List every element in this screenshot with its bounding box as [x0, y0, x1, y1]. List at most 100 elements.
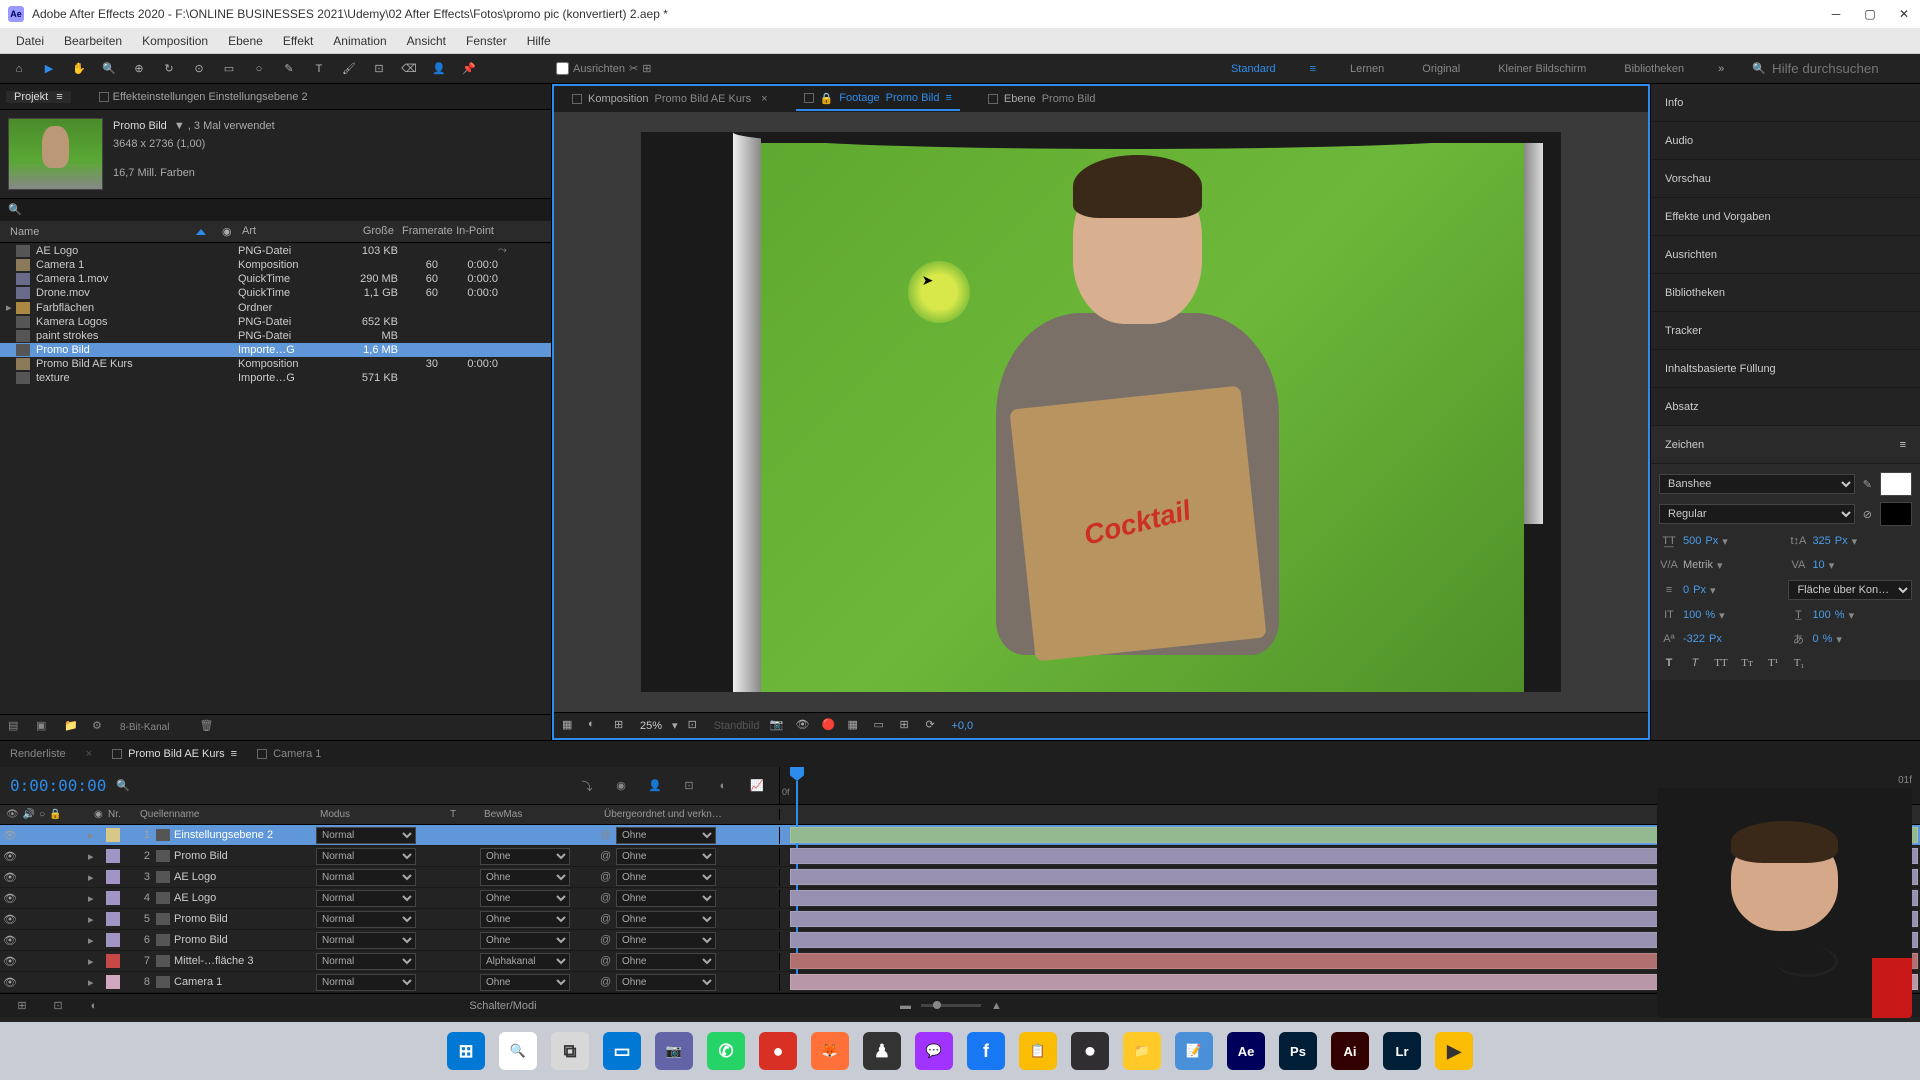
- layer-row[interactable]: 👁 ▸ 3 AE Logo Normal Ohne @Ohne: [0, 867, 1920, 888]
- panel-effekte[interactable]: Effekte und Vorgaben: [1651, 198, 1920, 236]
- expand-icon[interactable]: ▸: [88, 913, 102, 926]
- panel-bibliotheken[interactable]: Bibliotheken: [1651, 274, 1920, 312]
- stroke-value[interactable]: 0: [1683, 584, 1689, 596]
- fill-color-swatch[interactable]: [1880, 472, 1912, 496]
- panel-vorschau[interactable]: Vorschau: [1651, 160, 1920, 198]
- menu-ebene[interactable]: Ebene: [218, 34, 273, 48]
- expand-icon[interactable]: ▸: [88, 871, 102, 884]
- selection-tool-icon[interactable]: ▶: [38, 58, 60, 80]
- layer-row[interactable]: 👁 ▸ 1 Einstellungsebene 2 Normal @Ohne: [0, 825, 1920, 846]
- bold-button[interactable]: T: [1659, 654, 1679, 672]
- eye-toggle[interactable]: 👁: [4, 913, 16, 925]
- workspace-kleiner[interactable]: Kleiner Bildschirm: [1494, 63, 1590, 75]
- panel-menu-icon[interactable]: ≡: [1900, 439, 1906, 451]
- show-snapshot-icon[interactable]: 👁: [795, 718, 811, 734]
- panel-info[interactable]: Info: [1651, 84, 1920, 122]
- parent-select[interactable]: Ohne: [616, 848, 716, 865]
- label-col-icon[interactable]: ◉: [88, 809, 102, 820]
- font-style-select[interactable]: Regular: [1659, 504, 1855, 524]
- help-search-input[interactable]: [1772, 61, 1912, 76]
- layer-label[interactable]: [106, 912, 120, 926]
- expand-icon[interactable]: ▸: [88, 955, 102, 968]
- workspace-menu-icon[interactable]: ≡: [1310, 63, 1316, 75]
- transparency-icon[interactable]: ▦: [847, 718, 863, 734]
- close-button[interactable]: ✕: [1896, 6, 1912, 22]
- puppet-tool-icon[interactable]: 📌: [458, 58, 480, 80]
- stroke-color-swatch[interactable]: [1880, 502, 1912, 526]
- stroke-mode-select[interactable]: Fläche über Kon…: [1788, 580, 1912, 600]
- playhead[interactable]: [790, 767, 804, 804]
- col-art-header[interactable]: Art: [238, 223, 328, 240]
- pickwhip-icon[interactable]: @: [600, 913, 612, 925]
- blend-mode-select[interactable]: Normal: [316, 932, 416, 949]
- col-tag-header[interactable]: ◉: [218, 223, 238, 240]
- snap-icon[interactable]: ✂: [629, 62, 638, 75]
- panel-ausrichten[interactable]: Ausrichten: [1651, 236, 1920, 274]
- taskbar-lightroom[interactable]: Lr: [1383, 1032, 1421, 1070]
- tab-close-icon[interactable]: ×: [86, 748, 92, 760]
- workspace-bibliotheken[interactable]: Bibliotheken: [1620, 63, 1688, 75]
- layer-row[interactable]: 👁 ▸ 4 AE Logo Normal Ohne @Ohne: [0, 888, 1920, 909]
- layer-label[interactable]: [106, 870, 120, 884]
- eye-toggle[interactable]: 👁: [4, 829, 16, 841]
- solo-col-icon[interactable]: ○: [39, 809, 45, 820]
- parent-select[interactable]: Ohne: [616, 827, 716, 844]
- zoom-out-icon[interactable]: ▬: [900, 1000, 911, 1012]
- pickwhip-icon[interactable]: @: [600, 976, 612, 988]
- menu-ansicht[interactable]: Ansicht: [397, 34, 456, 48]
- footer-label[interactable]: Schalter/Modi: [469, 1000, 536, 1012]
- layer-label[interactable]: [106, 933, 120, 947]
- project-row[interactable]: Promo Bild AE Kurs Komposition 30 0:00:0: [0, 357, 551, 371]
- blend-mode-select[interactable]: Normal: [316, 974, 416, 991]
- home-icon[interactable]: ⌂: [8, 58, 30, 80]
- pickwhip-icon[interactable]: @: [600, 871, 612, 883]
- menu-animation[interactable]: Animation: [323, 34, 396, 48]
- rotate-tool-icon[interactable]: ↻: [158, 58, 180, 80]
- taskbar-whatsapp[interactable]: ✆: [707, 1032, 745, 1070]
- parent-header[interactable]: Übergeordnet und verkn…: [598, 809, 748, 820]
- parent-select[interactable]: Ohne: [616, 869, 716, 886]
- kerning-value[interactable]: Metrik: [1683, 559, 1713, 571]
- panel-absatz[interactable]: Absatz: [1651, 388, 1920, 426]
- menu-effekt[interactable]: Effekt: [273, 34, 323, 48]
- project-tab[interactable]: Projekt ≡: [6, 91, 71, 103]
- eraser-tool-icon[interactable]: ⌫: [398, 58, 420, 80]
- dropdown-arrow-icon[interactable]: ▼: [174, 118, 185, 136]
- timecode-display[interactable]: 0:00:00:00: [10, 776, 106, 795]
- taskbar-messenger[interactable]: 💬: [915, 1032, 953, 1070]
- expand-icon[interactable]: ▸: [88, 829, 102, 842]
- minimize-button[interactable]: ─: [1828, 6, 1844, 22]
- eyedropper-icon[interactable]: ✎: [1863, 478, 1872, 491]
- project-search-input[interactable]: [28, 204, 543, 216]
- name-header[interactable]: Quellenname: [134, 809, 314, 820]
- blend-mode-select[interactable]: Normal: [316, 953, 416, 970]
- trkmat-select[interactable]: Ohne: [480, 848, 570, 865]
- settings-icon[interactable]: ⚙: [92, 719, 110, 737]
- panel-audio[interactable]: Audio: [1651, 122, 1920, 160]
- layer-label[interactable]: [106, 891, 120, 905]
- interpret-icon[interactable]: ▤: [8, 719, 26, 737]
- vscale-value[interactable]: 100: [1683, 609, 1701, 621]
- proxy-icon[interactable]: ⟳: [925, 718, 941, 734]
- parent-select[interactable]: Ohne: [616, 911, 716, 928]
- layer-row[interactable]: 👁 ▸ 7 Mittel-…fläche 3 Normal Alphakanal…: [0, 951, 1920, 972]
- zoom-in-icon[interactable]: ▲: [991, 1000, 1002, 1012]
- smallcaps-button[interactable]: Tᴛ: [1737, 654, 1757, 672]
- ellipse-tool-icon[interactable]: ○: [248, 58, 270, 80]
- pickwhip-icon[interactable]: @: [600, 850, 612, 862]
- taskbar-firefox[interactable]: 🦊: [811, 1032, 849, 1070]
- expand-icon[interactable]: ▸: [88, 850, 102, 863]
- rect-tool-icon[interactable]: ▭: [218, 58, 240, 80]
- tab-menu-icon[interactable]: ≡: [945, 92, 951, 104]
- trkmat-select[interactable]: Ohne: [480, 911, 570, 928]
- align-checkbox[interactable]: [556, 62, 569, 75]
- timeline-tab-promo[interactable]: Promo Bild AE Kurs ≡: [112, 748, 237, 760]
- eye-toggle[interactable]: 👁: [4, 934, 16, 946]
- motion-blur-icon[interactable]: ◐: [711, 774, 735, 798]
- col-framerate-header[interactable]: Framerate: [398, 223, 438, 240]
- eye-toggle[interactable]: 👁: [4, 892, 16, 904]
- eye-toggle[interactable]: 👁: [4, 850, 16, 862]
- snapshot-icon[interactable]: 📷: [769, 718, 785, 734]
- col-size-header[interactable]: Große: [328, 223, 398, 240]
- nr-header[interactable]: Nr.: [102, 809, 134, 820]
